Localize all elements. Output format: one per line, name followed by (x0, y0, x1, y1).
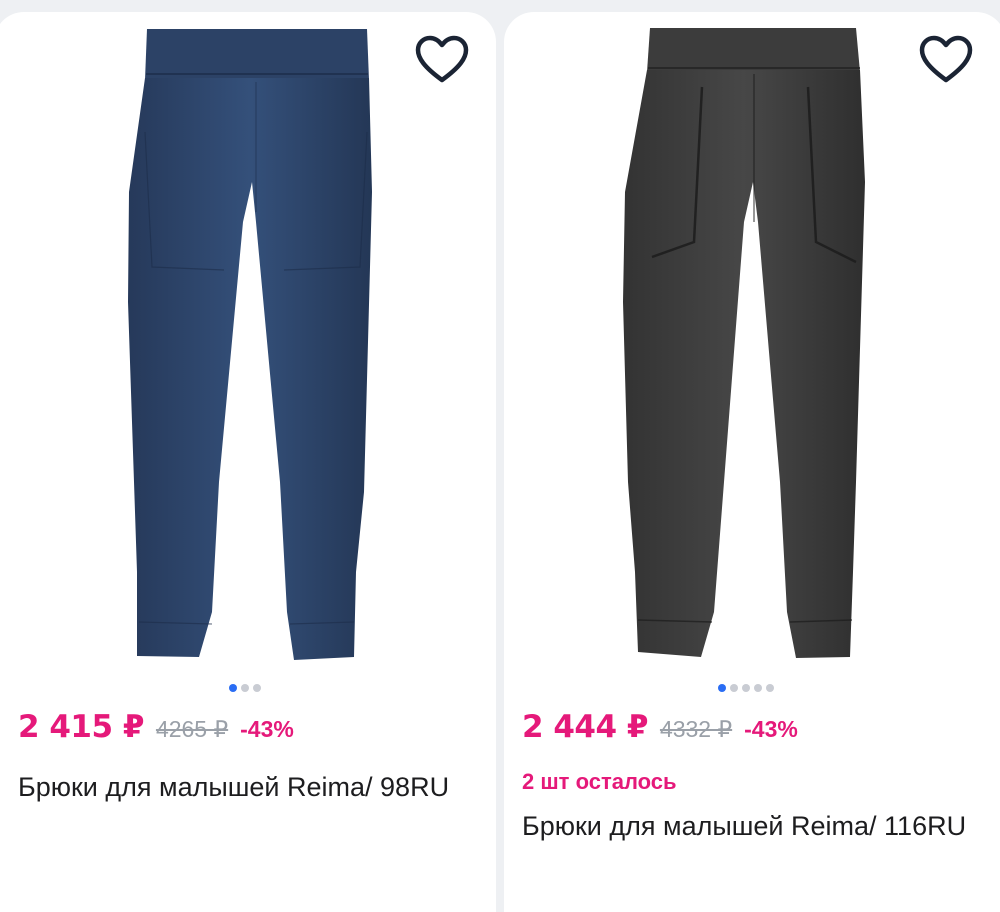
pagination-dot[interactable] (730, 684, 738, 692)
photo-pagination (229, 684, 261, 692)
heart-outline-icon[interactable] (918, 34, 974, 86)
pagination-dot[interactable] (754, 684, 762, 692)
old-price: 4332 ₽ (659, 716, 733, 742)
pagination-dot[interactable] (241, 684, 249, 692)
pagination-dot[interactable] (253, 684, 261, 692)
product-title[interactable]: Брюки для малышей Reima/ 98RU (18, 767, 488, 807)
pagination-dot-active[interactable] (229, 684, 237, 692)
current-price: 2 444 ₽ (522, 709, 648, 745)
old-price: 4265 ₽ (155, 716, 229, 742)
pagination-dot-active[interactable] (718, 684, 726, 692)
discount-badge: -43% (744, 716, 798, 742)
discount-badge: -43% (240, 716, 294, 742)
stock-remaining: 2 шт осталось (522, 769, 677, 794)
price-row: 2 444 ₽ 4332 ₽ -43% (522, 709, 798, 745)
product-title[interactable]: Брюки для малышей Reima/ 116RU (522, 806, 992, 846)
pagination-dot[interactable] (742, 684, 750, 692)
product-photo-navy-pants[interactable] (0, 12, 496, 677)
product-grid: 2 415 ₽ 4265 ₽ -43% Брюки для малышей Re… (0, 0, 1000, 912)
product-photo-gray-pants[interactable] (504, 12, 1000, 677)
product-card[interactable]: 2 415 ₽ 4265 ₽ -43% Брюки для малышей Re… (0, 12, 496, 912)
current-price: 2 415 ₽ (18, 709, 144, 745)
pagination-dot[interactable] (766, 684, 774, 692)
product-card[interactable]: 2 444 ₽ 4332 ₽ -43% 2 шт осталось Брюки … (504, 12, 1000, 912)
price-row: 2 415 ₽ 4265 ₽ -43% (18, 709, 294, 745)
photo-pagination (718, 684, 774, 692)
heart-outline-icon[interactable] (414, 34, 470, 86)
